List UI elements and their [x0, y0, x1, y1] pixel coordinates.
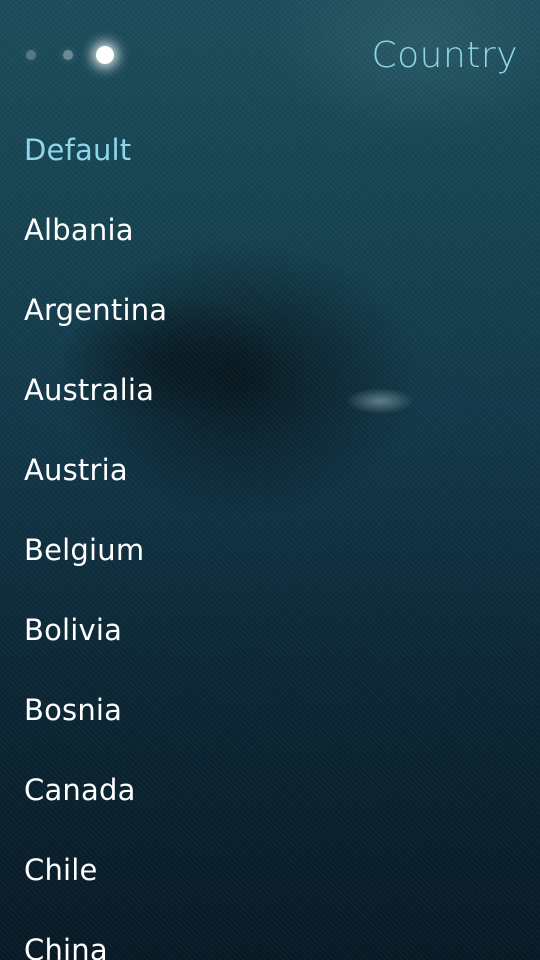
country-list[interactable]: Default Albania Argentina Australia Aust… — [0, 110, 540, 960]
list-item-albania[interactable]: Albania — [0, 190, 540, 270]
list-item-canada[interactable]: Canada — [0, 750, 540, 830]
list-item-chile[interactable]: Chile — [0, 830, 540, 910]
page-header: Country — [0, 0, 540, 110]
page-indicator-dot-1 — [26, 50, 36, 60]
list-item-argentina[interactable]: Argentina — [0, 270, 540, 350]
list-item-bolivia[interactable]: Bolivia — [0, 590, 540, 670]
list-item-austria[interactable]: Austria — [0, 430, 540, 510]
list-item-china[interactable]: China — [0, 910, 540, 960]
page-indicator-dot-2 — [63, 50, 73, 60]
page-indicator-dot-active — [96, 46, 114, 64]
list-item-bosnia[interactable]: Bosnia — [0, 670, 540, 750]
list-item-belgium[interactable]: Belgium — [0, 510, 540, 590]
list-item-default[interactable]: Default — [0, 110, 540, 190]
list-item-australia[interactable]: Australia — [0, 350, 540, 430]
screen: Country Default Albania Argentina Austra… — [0, 0, 540, 960]
page-title: Country — [371, 35, 518, 76]
